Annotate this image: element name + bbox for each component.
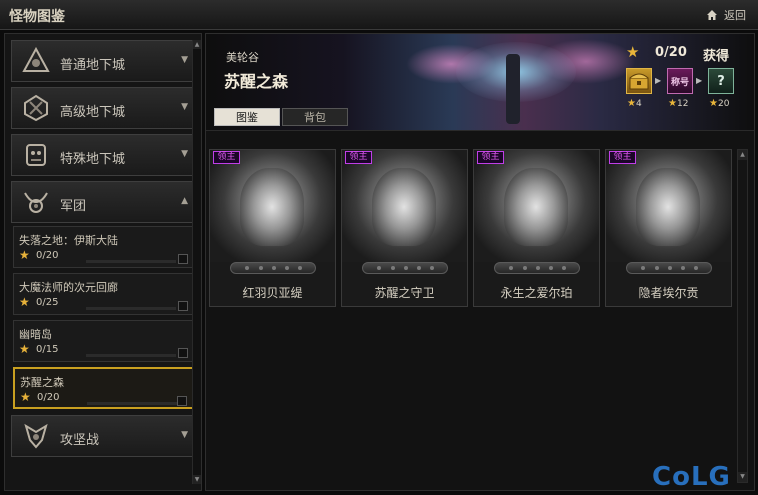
progress-bar [86,354,176,357]
scroll-up-icon[interactable]: ▲ [738,150,747,160]
star-icon: ★ [19,342,30,356]
monster-card[interactable]: 领主 隐者埃尔贡 [605,149,732,307]
chevron-down-icon: ▼ [181,149,188,159]
chevron-down-icon: ▼ [181,55,188,65]
legion-item-progress: 0/25 [36,297,59,308]
checkbox[interactable] [178,254,188,264]
chevron-down-icon: ▼ [181,102,188,112]
category-label: 特殊地下城 [60,152,126,167]
name-plate [362,262,448,274]
category-label: 高级地下城 [60,105,126,120]
reward-star-requirement: ★12 [668,98,689,109]
window-titlebar: 怪物图鉴 返回 [0,0,758,30]
arrow-right-icon: ▶ [696,76,703,85]
arrow-right-icon: ▶ [655,76,662,85]
dungeon-category-sidebar: 普通地下城 ▼ 高级地下城 ▼ 特殊地下城 ▼ 军团 ▲ 失落之地：伊斯大陆 ★… [4,33,202,491]
monster-name: 隐者埃尔贡 [638,286,699,300]
star-icon: ★ [20,390,31,404]
star-icon: ★ [626,43,640,61]
legion-item-name: 苏醒之森 [20,376,64,389]
sidebar-scrollbar[interactable]: ▲ ▼ [192,40,201,484]
view-tabs: 图鉴 背包 [214,108,348,126]
chevron-down-icon: ▼ [181,430,188,440]
legion-item-name: 大魔法师的次元回廊 [19,281,118,294]
checkbox[interactable] [178,348,188,358]
reward-star-requirement: ★4 [627,98,642,109]
legion-item-lost-land[interactable]: 失落之地：伊斯大陆 ★ 0/20 [13,226,195,268]
checkbox[interactable] [177,396,187,406]
progress-bar [86,260,176,263]
scroll-down-icon[interactable]: ▼ [193,475,201,484]
category-label: 普通地下城 [60,58,126,73]
legion-item-progress: 0/15 [36,344,59,355]
home-icon [706,9,718,21]
monster-grid-scrollbar[interactable]: ▲ ▼ [737,149,748,483]
monster-name: 永生之爱尔珀 [500,286,573,300]
tab-catalog[interactable]: 图鉴 [214,108,280,126]
reward-get-label: 获得 [703,49,730,64]
reward-panel: ★ 0/20 获得 ▶ 称号 ▶ ? ★4 ★12 ★20 [626,42,744,124]
chevron-up-icon: ▲ [181,196,188,206]
dungeon-banner: 美轮谷 苏醒之森 ★ 0/20 获得 ▶ 称号 ▶ ? ★4 ★12 ★20 图… [206,34,754,130]
collection-progress: 0/20 [655,45,687,60]
back-button[interactable]: 返回 [706,7,746,23]
category-advanced-dungeon[interactable]: 高级地下城 ▼ [11,87,197,129]
monster-card[interactable]: 领主 苏醒之守卫 [341,149,468,307]
name-plate [626,262,712,274]
category-legion[interactable]: 军团 ▲ [11,181,197,223]
scroll-up-icon[interactable]: ▲ [193,40,201,49]
monster-portrait [210,150,335,262]
back-label: 返回 [724,9,746,22]
name-plate [494,262,580,274]
progress-bar [86,307,176,310]
legion-item-progress: 0/20 [36,250,59,261]
name-plate [230,262,316,274]
boss-badge: 领主 [609,151,636,164]
legion-item-awakened-forest[interactable]: 苏醒之森 ★ 0/20 [13,367,195,409]
category-special-dungeon[interactable]: 特殊地下城 ▼ [11,134,197,176]
reward-star-requirement: ★20 [709,98,730,109]
category-raid[interactable]: 攻坚战 ▼ [11,415,197,457]
monster-grid: 领主 红羽贝亚缇 领主 苏醒之守卫 领主 永生之爱尔珀 领主 隐者埃尔贡 ▲ ▼ [206,130,754,490]
window-title: 怪物图鉴 [9,9,65,25]
special-dungeon-emblem-icon [22,141,50,169]
legion-item-progress: 0/20 [37,392,60,403]
monster-portrait [342,150,467,262]
title-badge-icon[interactable]: 称号 [667,68,693,94]
advanced-dungeon-emblem-icon [22,94,50,122]
monster-card[interactable]: 领主 永生之爱尔珀 [473,149,600,307]
star-icon: ★ [19,295,30,309]
legion-item-name: 幽暗岛 [19,328,52,341]
category-normal-dungeon[interactable]: 普通地下城 ▼ [11,40,197,82]
progress-bar [87,402,177,405]
monster-card[interactable]: 领主 红羽贝亚缇 [209,149,336,307]
monster-portrait [474,150,599,262]
tab-inventory[interactable]: 背包 [282,108,348,126]
boss-badge: 领主 [213,151,240,164]
boss-badge: 领主 [345,151,372,164]
legion-emblem-icon [22,188,50,216]
banner-tree [506,54,520,124]
mystery-box-icon[interactable]: ? [708,68,734,94]
monster-catalog-panel: 美轮谷 苏醒之森 ★ 0/20 获得 ▶ 称号 ▶ ? ★4 ★12 ★20 图… [205,33,755,491]
dungeon-name: 苏醒之森 [224,72,289,91]
normal-dungeon-emblem-icon [22,46,50,75]
boss-badge: 领主 [477,151,504,164]
region-name: 美轮谷 [226,51,259,64]
legion-item-dimension-corridor[interactable]: 大魔法师的次元回廊 ★ 0/25 [13,273,195,315]
monster-name: 红羽贝亚缇 [242,286,303,300]
category-label: 攻坚战 [60,433,100,448]
treasure-chest-icon[interactable] [626,68,652,94]
monster-name: 苏醒之守卫 [374,286,435,300]
monster-portrait [606,150,731,262]
legion-item-name: 失落之地：伊斯大陆 [19,234,118,247]
raid-emblem-icon [22,422,50,450]
watermark-logo: CoLG [652,462,731,492]
category-label: 军团 [60,199,87,214]
scroll-down-icon[interactable]: ▼ [738,472,747,482]
legion-item-dark-island[interactable]: 幽暗岛 ★ 0/15 [13,320,195,362]
star-icon: ★ [19,248,30,262]
checkbox[interactable] [178,301,188,311]
